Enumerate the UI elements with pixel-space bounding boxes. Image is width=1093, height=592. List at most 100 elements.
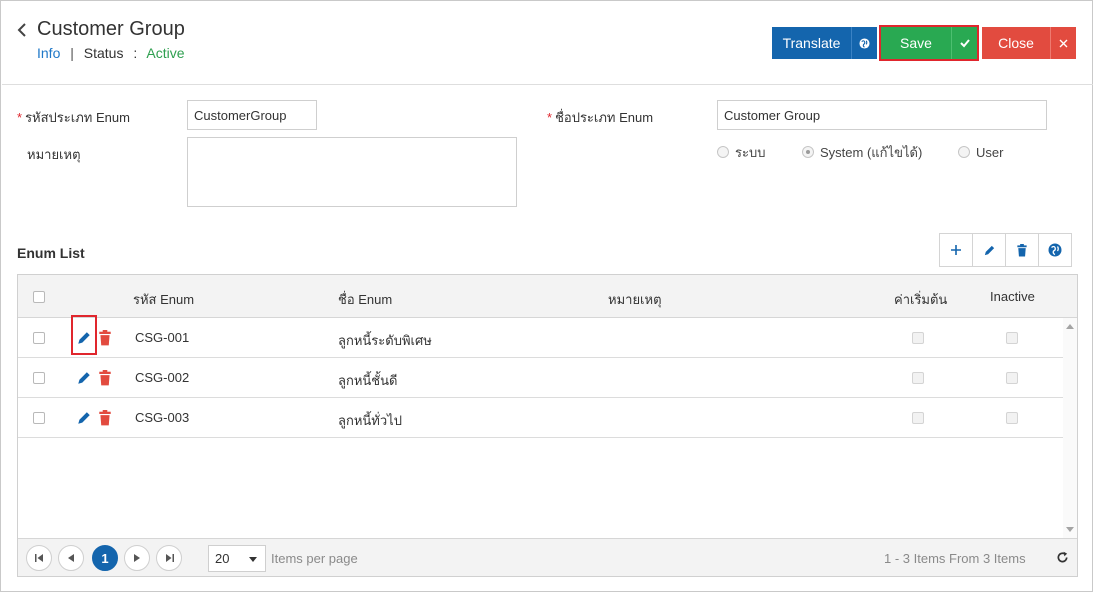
globe-icon <box>859 37 870 49</box>
radio-label: User <box>976 144 1004 160</box>
last-page-button[interactable] <box>156 545 182 571</box>
prev-page-icon <box>68 554 74 562</box>
translate-button-group: Translate <box>772 27 877 59</box>
customer-group-window: Customer Group Info | Status : Active Tr… <box>0 0 1093 592</box>
translate-list-button[interactable] <box>1038 233 1072 267</box>
header-divider <box>2 84 1093 85</box>
row-checkbox[interactable] <box>33 332 45 344</box>
grid-scrollbar[interactable] <box>1063 318 1077 538</box>
grid-header: รหัส Enum ชื่อ Enum หมายเหตุ ค่าเริ่มต้น… <box>18 275 1077 318</box>
add-button[interactable] <box>939 233 973 267</box>
remark-textarea[interactable] <box>187 137 517 207</box>
pencil-icon[interactable] <box>76 370 92 386</box>
save-button-group: Save <box>879 25 979 61</box>
status-label: Status <box>83 45 124 61</box>
breadcrumb: Info | Status : Active <box>37 45 185 61</box>
pencil-icon <box>984 245 994 255</box>
page-number-button[interactable]: 1 <box>92 545 118 571</box>
first-page-icon <box>34 554 43 562</box>
enum-code-input[interactable] <box>187 100 317 130</box>
enum-list-title: Enum List <box>17 245 85 261</box>
items-per-page-label: Items per page <box>271 551 358 566</box>
row-name: ลูกหนี้ชั้นดี <box>338 373 398 388</box>
column-header-inactive[interactable]: Inactive <box>990 289 1035 304</box>
enum-code-label: * รหัสประเภท Enum <box>17 107 130 128</box>
radio-label: System (แก้ไขได้) <box>820 144 923 160</box>
default-checkbox <box>912 412 924 424</box>
delete-button[interactable] <box>1005 233 1039 267</box>
scroll-down-icon[interactable] <box>1066 527 1074 532</box>
save-button[interactable]: Save <box>881 27 951 59</box>
grid-pager: 1 20 Items per page 1 - 3 Items From 3 I… <box>18 538 1077 576</box>
check-icon <box>959 39 970 48</box>
next-page-icon <box>134 554 140 562</box>
row-checkbox[interactable] <box>33 412 45 424</box>
translate-globe-button[interactable] <box>851 27 877 59</box>
pencil-icon[interactable] <box>76 410 92 426</box>
next-page-button[interactable] <box>124 545 150 571</box>
page-title: Customer Group <box>37 18 185 40</box>
close-button-group: Close <box>982 27 1076 59</box>
remark-label: หมายเหตุ <box>27 147 81 162</box>
column-header-name[interactable]: ชื่อ Enum <box>338 289 392 310</box>
refresh-icon[interactable] <box>1056 551 1069 564</box>
radio-button-checked[interactable] <box>802 146 814 158</box>
table-row[interactable]: CSG-003 ลูกหนี้ทั่วไป <box>18 398 1063 438</box>
radio-button[interactable] <box>958 146 970 158</box>
trash-icon[interactable] <box>97 410 113 426</box>
column-header-code[interactable]: รหัส Enum <box>133 289 194 310</box>
page-size-select[interactable]: 20 <box>208 545 266 572</box>
radio-option-system[interactable]: ระบบ <box>717 144 765 160</box>
chevron-left-icon[interactable] <box>15 21 29 39</box>
enum-list-toolbar <box>939 233 1072 267</box>
row-name: ลูกหนี้ระดับพิเศษ <box>338 333 432 348</box>
edit-button[interactable] <box>972 233 1006 267</box>
page-size-value: 20 <box>215 551 230 566</box>
globe-icon <box>1048 243 1062 257</box>
row-name: ลูกหนี้ทั่วไป <box>338 413 402 428</box>
inactive-checkbox <box>1006 332 1018 344</box>
translate-button[interactable]: Translate <box>772 27 851 59</box>
inactive-checkbox <box>1006 372 1018 384</box>
trash-icon <box>1017 243 1027 257</box>
scroll-up-icon[interactable] <box>1066 324 1074 329</box>
save-options-button[interactable] <box>951 27 977 59</box>
column-header-default[interactable]: ค่าเริ่มต้น <box>894 289 947 310</box>
row-checkbox[interactable] <box>33 372 45 384</box>
enum-code-label-text: รหัสประเภท Enum <box>25 110 130 125</box>
default-checkbox <box>912 372 924 384</box>
breadcrumb-separator: | <box>70 45 74 61</box>
close-x-button[interactable] <box>1050 27 1076 59</box>
required-mark: * <box>547 110 553 125</box>
table-row[interactable]: CSG-002 ลูกหนี้ชั้นดี <box>18 358 1063 398</box>
enum-name-label-text: ชื่อประเภท Enum <box>555 110 654 125</box>
default-checkbox <box>912 332 924 344</box>
column-header-remark[interactable]: หมายเหตุ <box>608 289 662 310</box>
radio-button[interactable] <box>717 146 729 158</box>
radio-label: ระบบ <box>735 144 766 160</box>
row-code: CSG-001 <box>135 330 190 345</box>
trash-icon[interactable] <box>97 370 113 386</box>
radio-option-user[interactable]: User <box>958 144 1003 160</box>
radio-option-system-editable[interactable]: System (แก้ไขได้) <box>802 144 922 160</box>
trash-icon[interactable] <box>97 330 113 346</box>
enum-name-label: * ชื่อประเภท Enum <box>547 107 653 128</box>
caret-down-icon <box>249 557 257 562</box>
close-button[interactable]: Close <box>982 27 1050 59</box>
plus-icon <box>951 245 961 255</box>
first-page-button[interactable] <box>26 545 52 571</box>
close-icon <box>1059 39 1068 47</box>
required-mark: * <box>17 110 23 125</box>
inactive-checkbox <box>1006 412 1018 424</box>
row-code: CSG-003 <box>135 410 190 425</box>
table-row[interactable]: CSG-001 ลูกหนี้ระดับพิเศษ <box>18 318 1063 358</box>
prev-page-button[interactable] <box>58 545 84 571</box>
enum-name-input[interactable] <box>717 100 1047 130</box>
pencil-icon[interactable] <box>76 330 92 346</box>
select-all-checkbox[interactable] <box>33 291 45 303</box>
row-code: CSG-002 <box>135 370 190 385</box>
enum-grid: รหัส Enum ชื่อ Enum หมายเหตุ ค่าเริ่มต้น… <box>17 274 1078 577</box>
status-value: Active <box>146 45 185 61</box>
info-link[interactable]: Info <box>37 45 60 61</box>
pager-summary: 1 - 3 Items From 3 Items <box>884 551 1026 566</box>
